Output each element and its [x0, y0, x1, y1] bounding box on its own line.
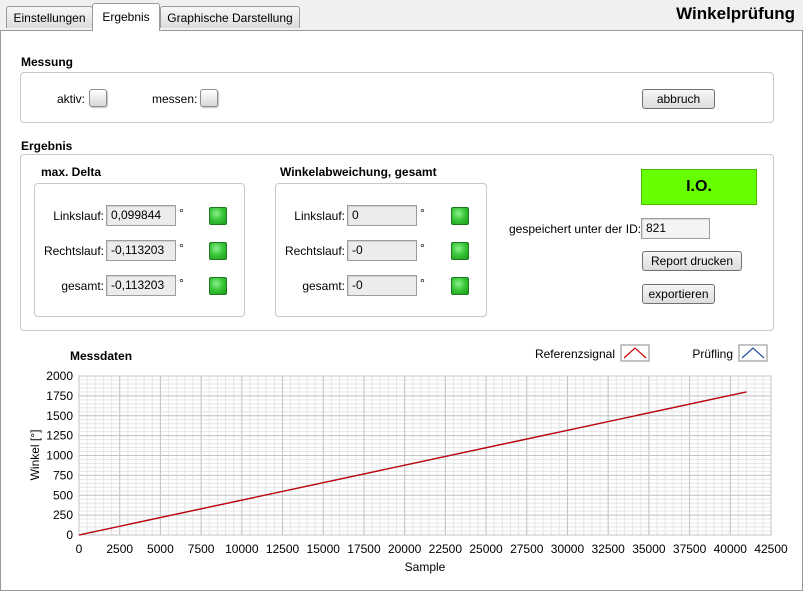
status-indicator: I.O.: [641, 169, 757, 205]
exportieren-button[interactable]: exportieren: [642, 284, 715, 304]
max-delta-linkslauf-unit: °: [179, 206, 184, 220]
max-delta-rechtslauf-value: -0,113203: [106, 240, 176, 261]
x-tick-label: 7500: [188, 542, 215, 556]
y-axis-label: Winkel [°]: [28, 430, 42, 481]
winkel-linkslauf-value: 0: [347, 205, 417, 226]
max-delta-rechtslauf-led: [209, 242, 227, 260]
winkel-gesamt-led: [451, 277, 469, 295]
x-tick-label: 30000: [551, 542, 585, 556]
report-drucken-button[interactable]: Report drucken: [642, 251, 742, 271]
x-tick-label: 17500: [347, 542, 381, 556]
x-tick-label: 0: [76, 542, 83, 556]
ergebnis-group: max. Delta Linkslauf: 0,099844 ° Rechtsl…: [20, 154, 774, 331]
chart-title: Messdaten: [70, 349, 132, 363]
id-label: gespeichert unter der ID:: [509, 222, 642, 236]
winkel-linkslauf-unit: °: [420, 206, 425, 220]
x-tick-label: 20000: [388, 542, 422, 556]
aktiv-label: aktiv:: [57, 92, 86, 106]
legend-pruefling-label: Prüfling: [692, 347, 733, 361]
x-tick-label: 40000: [714, 542, 748, 556]
y-tick-label: 500: [53, 488, 73, 502]
messung-title: Messung: [21, 55, 74, 69]
max-delta-group: Linkslauf: 0,099844 ° Rechtslauf: -0,113…: [34, 183, 245, 317]
tab-graphische-darstellung[interactable]: Graphische Darstellung: [160, 6, 300, 28]
y-tick-label: 0: [66, 528, 73, 542]
ergebnis-title: Ergebnis: [21, 139, 73, 153]
winkel-rechtslauf-led: [451, 242, 469, 260]
x-tick-label: 12500: [266, 542, 300, 556]
abbruch-button[interactable]: abbruch: [642, 89, 715, 109]
y-tick-label: 750: [53, 468, 73, 482]
winkelabweichung-group: Linkslauf: 0 ° Rechtslauf: -0 ° gesamt: …: [275, 183, 487, 317]
grid: [78, 375, 772, 536]
max-delta-gesamt-unit: °: [179, 276, 184, 290]
winkel-rechtslauf-value: -0: [347, 240, 417, 261]
legend-pruefling-swatch: [738, 344, 768, 362]
y-tick-label: 2000: [46, 369, 73, 383]
legend-referenzsignal-label: Referenzsignal: [535, 347, 615, 361]
winkel-rechtslauf-unit: °: [420, 241, 425, 255]
max-delta-linkslauf-led: [209, 207, 227, 225]
max-delta-gesamt-label: gesamt:: [61, 279, 104, 293]
y-tick-label: 1750: [46, 389, 73, 403]
x-tick-label: 42500: [754, 542, 788, 556]
x-tick-label: 35000: [632, 542, 666, 556]
max-delta-rechtslauf-unit: °: [179, 241, 184, 255]
ergebnis-panel: Messung aktiv: messen: abbruch Ergebnis …: [0, 30, 803, 591]
winkel-gesamt-unit: °: [420, 276, 425, 290]
messung-group: aktiv: messen: abbruch: [20, 72, 774, 123]
x-tick-label: 25000: [469, 542, 503, 556]
winkel-linkslauf-label: Linkslauf:: [294, 209, 345, 223]
x-tick-label: 22500: [429, 542, 463, 556]
x-tick-label: 37500: [673, 542, 707, 556]
winkel-rechtslauf-label: Rechtslauf:: [284, 244, 345, 258]
x-tick-label: 2500: [106, 542, 133, 556]
x-tick-label: 10000: [225, 542, 259, 556]
x-tick-label: 5000: [147, 542, 174, 556]
winkel-gesamt-value: -0: [347, 275, 417, 296]
messen-label: messen:: [152, 92, 198, 106]
messen-checkbox[interactable]: [200, 89, 218, 107]
messdaten-chart: Messdaten Referenzsignal Prüfling 0 2500 5…: [28, 344, 788, 574]
legend-referenzsignal-swatch: [620, 344, 650, 362]
winkelabweichung-title: Winkelabweichung, gesamt: [280, 165, 437, 179]
max-delta-gesamt-led: [209, 277, 227, 295]
x-tick-label: 32500: [591, 542, 625, 556]
id-field: 821: [641, 218, 710, 239]
tab-ergebnis[interactable]: Ergebnis: [92, 3, 160, 31]
y-tick-label: 1000: [46, 449, 73, 463]
y-tick-label: 250: [53, 508, 73, 522]
x-axis-label: Sample: [405, 560, 446, 574]
max-delta-rechtslauf-label: Rechtslauf:: [43, 244, 104, 258]
x-tick-label: 15000: [307, 542, 341, 556]
tab-einstellungen[interactable]: Einstellungen: [6, 6, 93, 28]
tab-bar: Einstellungen Ergebnis Graphische Darste…: [0, 0, 803, 31]
max-delta-title: max. Delta: [41, 165, 102, 179]
max-delta-linkslauf-value: 0,099844: [106, 205, 176, 226]
max-delta-linkslauf-label: Linkslauf:: [53, 209, 104, 223]
x-tick-label: 27500: [510, 542, 544, 556]
y-tick-label: 1500: [46, 409, 73, 423]
y-tick-label: 1250: [46, 429, 73, 443]
winkel-linkslauf-led: [451, 207, 469, 225]
winkel-gesamt-label: gesamt:: [302, 279, 345, 293]
app-title: Winkelprüfung: [676, 4, 795, 23]
max-delta-gesamt-value: -0,113203: [106, 275, 176, 296]
aktiv-checkbox[interactable]: [89, 89, 107, 107]
